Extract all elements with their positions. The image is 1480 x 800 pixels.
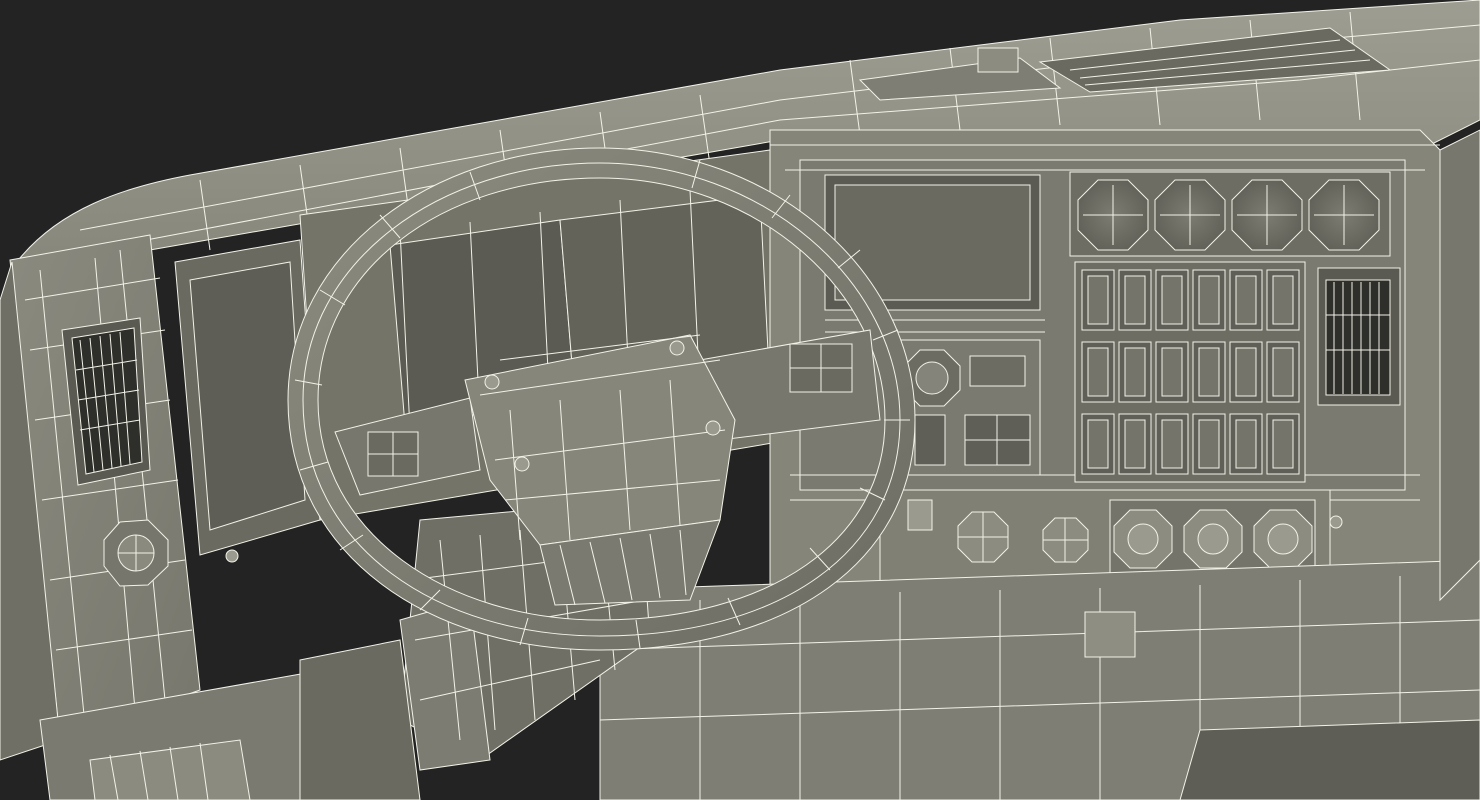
left-air-vent <box>61 317 151 486</box>
rocker-switch <box>1081 269 1115 331</box>
rocker-switch-bank <box>1074 261 1306 483</box>
left-spoke-buttons <box>367 431 419 477</box>
rocker-switch <box>1192 413 1226 475</box>
rocker-switch <box>1155 413 1189 475</box>
rocker-switch <box>1192 341 1226 403</box>
rocker-switch <box>1081 413 1115 475</box>
gauge-4 <box>1308 179 1380 251</box>
hvac-knob-1 <box>1113 509 1173 569</box>
toggle-knob-1 <box>957 511 1009 563</box>
rocker-switch <box>1266 269 1300 331</box>
gauge-1 <box>1077 179 1149 251</box>
rocker-switch <box>1155 269 1189 331</box>
hvac-knob-3 <box>1253 509 1313 569</box>
gauge-2 <box>1154 179 1226 251</box>
rocker-switch <box>1229 341 1263 403</box>
rocker-switch <box>1155 341 1189 403</box>
render-viewport <box>0 0 1480 800</box>
rocker-switch <box>1118 341 1152 403</box>
rocker-switch <box>1081 341 1115 403</box>
toggle-knob-2 <box>1042 517 1089 563</box>
rocker-switch <box>1266 341 1300 403</box>
right-air-vent <box>1317 267 1401 406</box>
rocker-switch <box>1229 413 1263 475</box>
rocker-switch <box>1118 269 1152 331</box>
rocker-switch <box>1192 269 1226 331</box>
left-side-panel <box>0 234 201 761</box>
rocker-switch <box>1266 413 1300 475</box>
gauge-row <box>1069 171 1391 257</box>
gauge-3 <box>1231 179 1303 251</box>
dashboard-wireframe-render <box>0 0 1480 800</box>
rocker-switch <box>1229 269 1263 331</box>
right-spoke-buttons <box>789 343 853 393</box>
hvac-knob-2 <box>1183 509 1243 569</box>
rocker-switch <box>1118 413 1152 475</box>
